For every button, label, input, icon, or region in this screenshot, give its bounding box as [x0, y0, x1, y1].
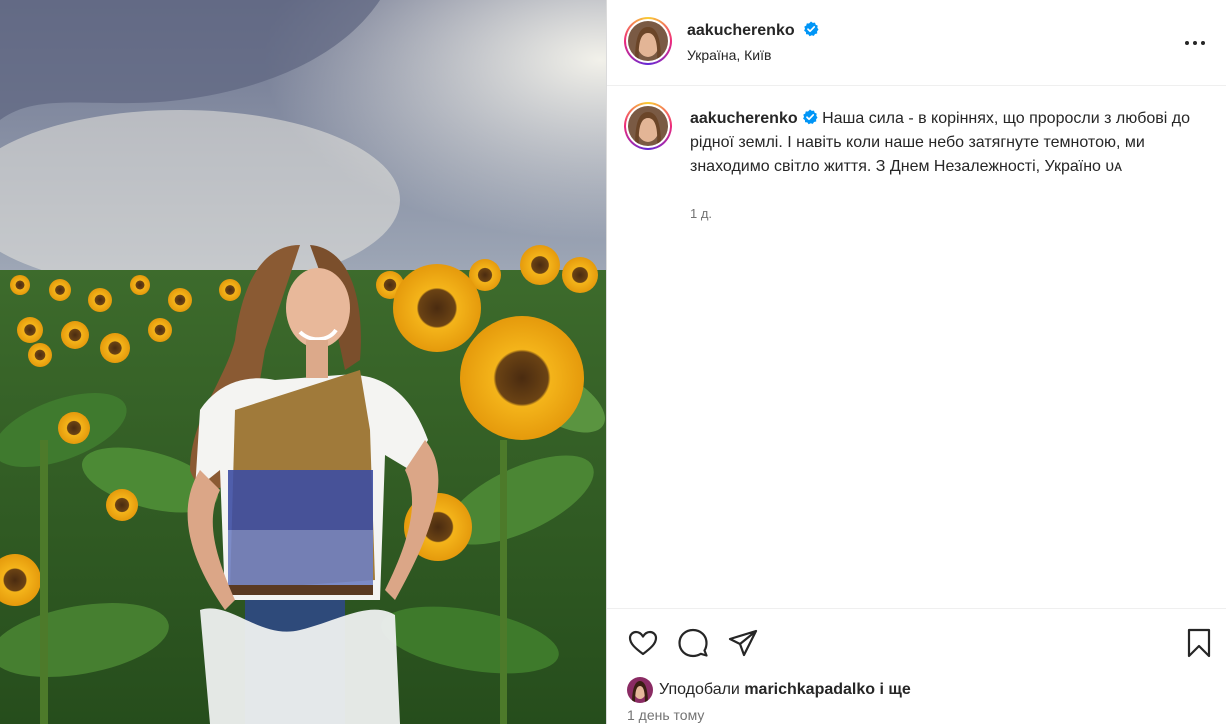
post-location[interactable]: Україна, Київ — [687, 47, 771, 63]
post-caption: aakucherenko Наша сила - в коріннях, що … — [690, 107, 1200, 179]
verified-badge-icon — [802, 109, 818, 125]
post-actions-bar — [607, 608, 1226, 668]
heart-icon[interactable] — [627, 627, 659, 659]
post-details-panel: aakucherenko Україна, Київ aakucherenko — [606, 0, 1226, 724]
liker-avatar[interactable] — [627, 677, 653, 703]
post-timestamp[interactable]: 1 день тому — [627, 707, 704, 723]
caption-avatar-image — [628, 106, 668, 146]
author-avatar-image — [628, 21, 668, 61]
author-avatar[interactable] — [624, 17, 672, 65]
comment-icon[interactable] — [677, 627, 709, 659]
caption-author-avatar[interactable] — [624, 102, 672, 150]
caption-timestamp[interactable]: 1 д. — [690, 206, 712, 221]
caption-username[interactable]: aakucherenko — [690, 110, 798, 127]
likes-prefix: Уподобали — [659, 681, 740, 698]
post-header: aakucherenko Україна, Київ — [607, 0, 1226, 86]
likes-summary: Уподобали marichkapadalko і ще — [627, 676, 911, 704]
photo-sunflower-field — [0, 0, 606, 724]
share-icon[interactable] — [727, 627, 759, 659]
author-username[interactable]: aakucherenko — [687, 22, 795, 39]
liker-username[interactable]: marichkapadalko — [744, 681, 875, 699]
liker-avatar-image — [627, 677, 653, 703]
likes-others-link[interactable]: і ще — [880, 681, 911, 699]
more-options-icon[interactable] — [1183, 33, 1207, 53]
verified-badge-icon — [804, 21, 819, 37]
author-username-row: aakucherenko — [687, 21, 819, 40]
post-photo[interactable] — [0, 0, 606, 724]
bookmark-icon[interactable] — [1183, 627, 1215, 659]
